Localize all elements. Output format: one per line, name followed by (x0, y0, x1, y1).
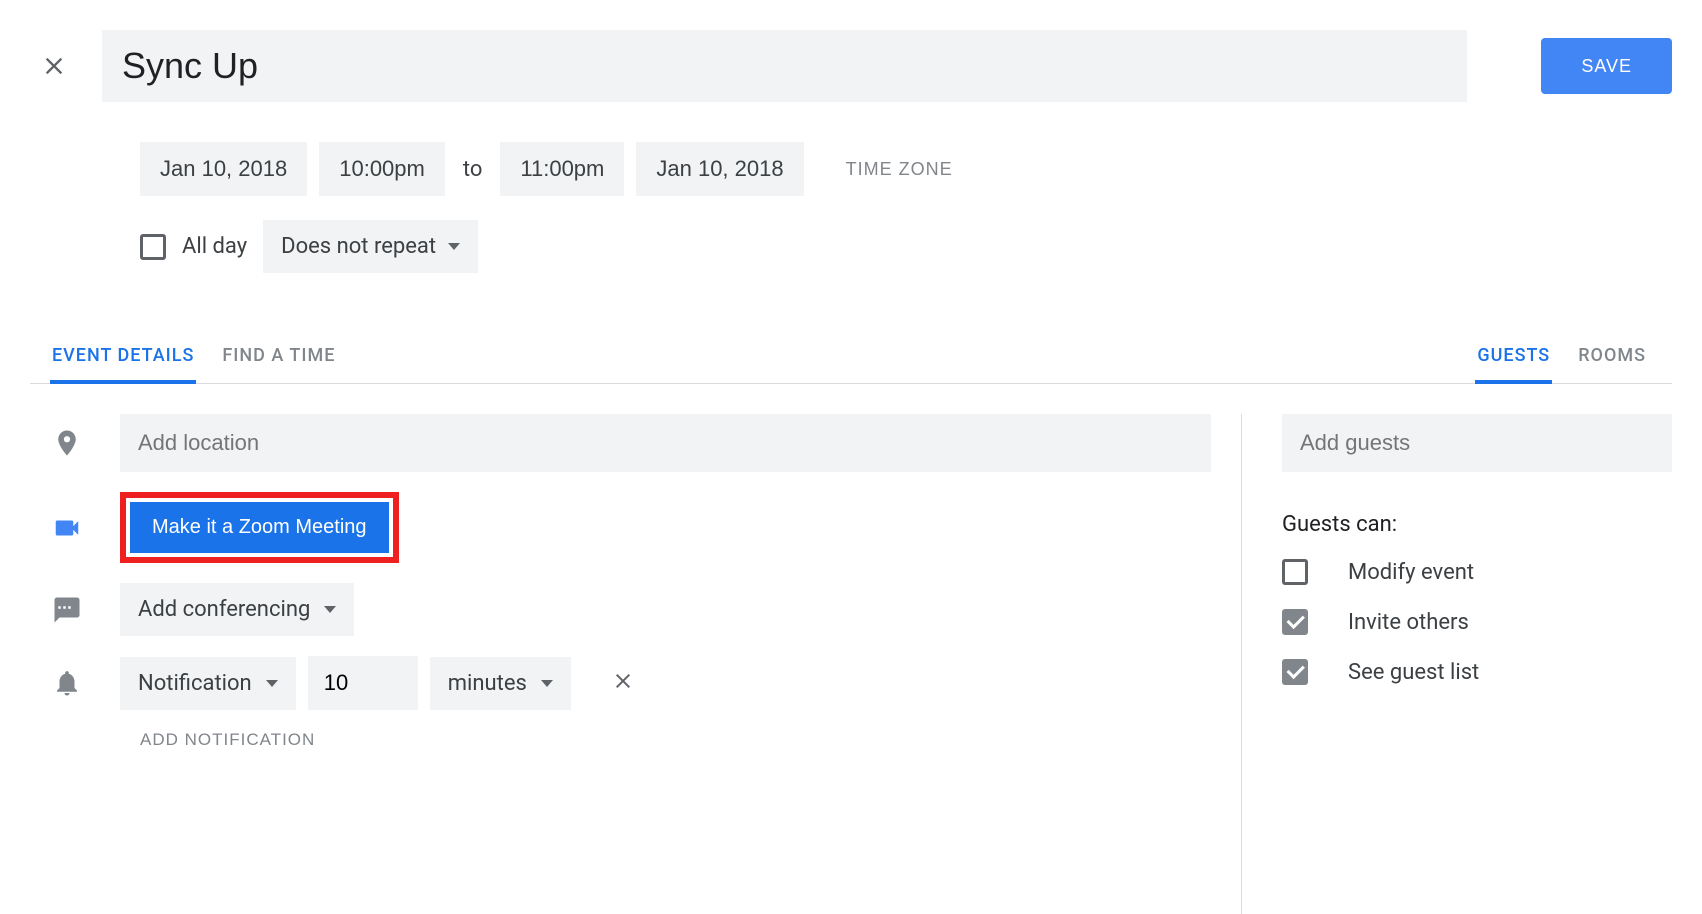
repeat-label: Does not repeat (281, 234, 436, 259)
chevron-down-icon (324, 606, 336, 613)
bell-icon (30, 668, 120, 698)
timezone-button[interactable]: TIME ZONE (846, 159, 953, 180)
allday-label: All day (182, 234, 247, 259)
tab-rooms[interactable]: ROOMS (1576, 333, 1648, 384)
close-icon[interactable] (30, 42, 78, 90)
save-button[interactable]: SAVE (1541, 38, 1672, 94)
to-label: to (457, 157, 489, 182)
remove-notification-button[interactable] (603, 661, 643, 705)
guests-can-title: Guests can: (1282, 512, 1672, 537)
tab-event-details[interactable]: EVENT DETAILS (50, 333, 196, 384)
event-title-input[interactable] (102, 30, 1467, 102)
notification-type-dropdown[interactable]: Notification (120, 657, 296, 710)
notification-unit-dropdown[interactable]: minutes (430, 657, 571, 710)
conferencing-icon (30, 595, 120, 625)
repeat-dropdown[interactable]: Does not repeat (263, 220, 478, 273)
location-icon (30, 428, 120, 458)
tab-guests[interactable]: GUESTS (1475, 333, 1552, 384)
chevron-down-icon (448, 243, 460, 250)
video-icon (30, 513, 120, 543)
perm-modify-checkbox[interactable] (1282, 559, 1308, 585)
tabs-bar: EVENT DETAILS FIND A TIME GUESTS ROOMS (30, 333, 1672, 384)
perm-invite-checkbox[interactable] (1282, 609, 1308, 635)
notification-unit-label: minutes (448, 671, 527, 696)
add-notification-button[interactable]: ADD NOTIFICATION (140, 730, 315, 750)
chevron-down-icon (541, 680, 553, 687)
tab-find-a-time[interactable]: FIND A TIME (220, 333, 337, 384)
add-conferencing-dropdown[interactable]: Add conferencing (120, 583, 354, 636)
end-date-chip[interactable]: Jan 10, 2018 (636, 142, 803, 196)
location-input[interactable] (120, 414, 1211, 472)
perm-modify-label: Modify event (1348, 560, 1474, 585)
end-time-chip[interactable]: 11:00pm (500, 142, 624, 196)
allday-checkbox[interactable] (140, 234, 166, 260)
make-zoom-meeting-button[interactable]: Make it a Zoom Meeting (130, 502, 389, 553)
notification-type-label: Notification (138, 671, 252, 696)
perm-guestlist-label: See guest list (1348, 660, 1479, 685)
zoom-highlight: Make it a Zoom Meeting (120, 492, 399, 563)
perm-invite-label: Invite others (1348, 610, 1469, 635)
perm-guestlist-checkbox[interactable] (1282, 659, 1308, 685)
conferencing-label: Add conferencing (138, 597, 310, 622)
chevron-down-icon (266, 680, 278, 687)
add-guests-input[interactable] (1282, 414, 1672, 472)
start-date-chip[interactable]: Jan 10, 2018 (140, 142, 307, 196)
notification-value-input[interactable] (308, 656, 418, 710)
start-time-chip[interactable]: 10:00pm (319, 142, 445, 196)
